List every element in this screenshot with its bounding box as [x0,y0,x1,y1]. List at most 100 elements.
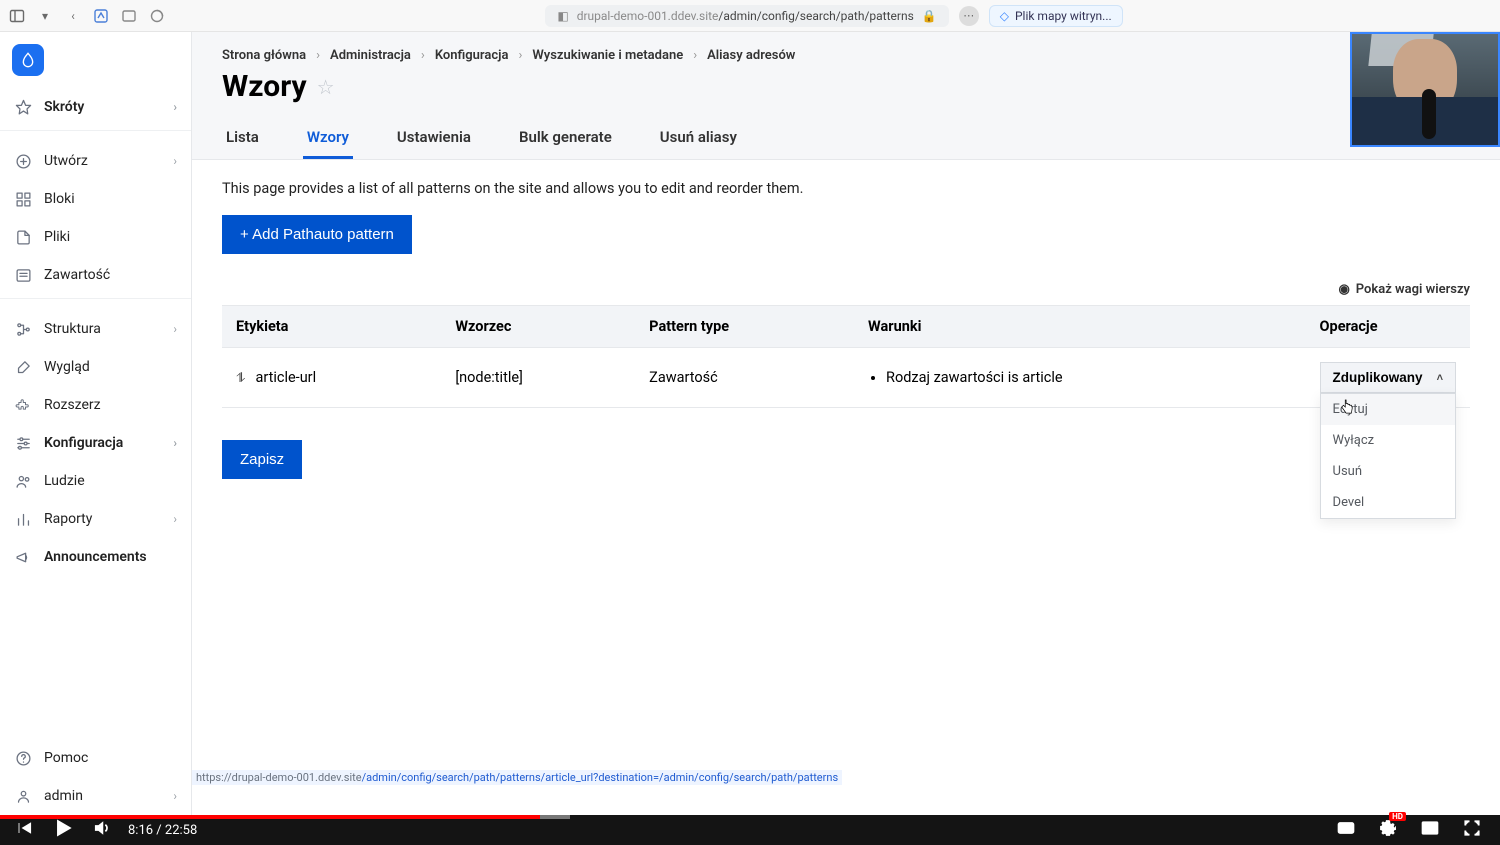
captions-button[interactable] [1336,818,1356,842]
app-icon-3[interactable] [148,7,166,25]
dropdown-icon[interactable]: ▾ [36,7,54,25]
sidebar-item-label: Utwórz [44,153,88,169]
operations-menu-item[interactable]: Devel [1321,487,1455,518]
time-display: 8:16 / 22:58 [128,823,197,838]
tab-lista[interactable]: Lista [222,118,263,159]
drag-handle-icon[interactable]: ⥮ [236,371,245,386]
page-title: Wzory [222,69,307,104]
browser-chrome: ▾ ‹ ◧ drupal-demo-001.ddev.site/admin/co… [0,0,1500,32]
volume-button[interactable] [92,818,112,842]
condition-item: Rodzaj zawartości is article [886,369,1292,386]
content-icon [14,266,32,284]
show-row-weights-link[interactable]: ◉ Pokaż wagi wierszy [222,282,1470,297]
sidebar-item-skr-ty[interactable]: Skróty› [0,88,191,126]
sidebar-item-struktura[interactable]: Struktura › [0,310,191,348]
local-tabs: Lista Wzory Ustawienia Bulk generate Usuń al… [222,118,1470,159]
plus-circle-icon [14,152,32,170]
help-icon [14,749,32,767]
eye-icon: ◉ [1338,282,1349,297]
breadcrumb-item[interactable]: Aliasy adresów [707,48,795,63]
url-bar[interactable]: ◧ drupal-demo-001.ddev.site/admin/config… [545,5,948,27]
drop-icon: ◇ [1000,9,1009,23]
sidebar-item-bloki[interactable]: Bloki [0,180,191,218]
drupal-logo[interactable] [12,44,44,76]
tab-wzory[interactable]: Wzory [303,118,353,159]
video-player-bar: 8:16 / 22:58 HD [0,815,1500,845]
sidebar-item-rozszerz[interactable]: Rozszerz [0,386,191,424]
miniplayer-button[interactable] [1420,818,1440,842]
sidebar-item-admin[interactable]: admin› [0,777,191,815]
prev-button[interactable] [14,818,34,842]
lock-icon: 🔒 [922,9,937,23]
breadcrumb: Strona główna›Administracja›Konfiguracja… [222,48,1470,63]
breadcrumb-item[interactable]: Strona główna [222,48,306,63]
operations-menu-item[interactable]: Wyłącz [1321,425,1455,456]
hd-badge: HD [1389,812,1406,821]
save-button[interactable]: Zapisz [222,440,302,479]
add-pattern-button[interactable]: + Add Pathauto pattern [222,215,412,254]
sidebar-item-label: Struktura [44,321,101,337]
row-pattern: [node:title] [441,348,635,408]
megaphone-icon [14,548,32,566]
sidebar-item-utw-rz[interactable]: Utwórz › [0,142,191,180]
patterns-table: Etykieta Wzorzec Pattern type Warunki Op… [222,305,1470,408]
breadcrumb-item[interactable]: Administracja [330,48,411,63]
sidebar-item-raporty[interactable]: Raporty› [0,500,191,538]
sidebar-item-wygl-d[interactable]: Wygląd [0,348,191,386]
grid-icon [14,190,32,208]
settings-button[interactable]: HD [1378,818,1398,842]
tab-usu-aliasy[interactable]: Usuń aliasy [656,118,741,159]
sidebar-item-ludzie[interactable]: Ludzie [0,462,191,500]
favorite-star-icon[interactable]: ☆ [317,75,335,99]
sidebar-item-label: Konfiguracja [44,435,123,451]
col-label: Etykieta [222,306,441,348]
site-settings-icon: ◧ [557,9,568,23]
row-conditions: Rodzaj zawartości is article [854,348,1306,408]
presenter-webcam [1350,32,1500,147]
table-header-row: Etykieta Wzorzec Pattern type Warunki Op… [222,306,1470,348]
chevron-right-icon: › [173,436,177,450]
table-row: ⥮article-url[node:title]ZawartośćRodzaj … [222,348,1470,408]
back-icon[interactable]: ‹ [64,7,82,25]
chevron-right-icon: › [173,154,177,168]
star-outline-icon [14,98,32,116]
puzzle-icon [14,396,32,414]
sidebar-item-konfiguracja[interactable]: Konfiguracja › [0,424,191,462]
share-icon[interactable]: ⋯ [959,6,979,26]
operations-menu-item[interactable]: Edytuj [1321,394,1455,425]
users-icon [14,472,32,490]
sidebar-item-label: Pliki [44,229,70,245]
status-url: https://drupal-demo-001.ddev.site/admin/… [192,770,842,785]
sidebar-item-label: Zawartość [44,267,110,283]
sidebar-item-label: Skróty [44,99,84,115]
sidebar-item-announcements[interactable]: Announcements [0,538,191,576]
breadcrumb-item[interactable]: Wyszukiwanie i metadane [532,48,683,63]
chevron-right-icon: › [173,789,177,803]
sitemap-pill[interactable]: ◇ Plik mapy witryn... [989,5,1123,27]
tree-icon [14,320,32,338]
col-pattern: Wzorzec [441,306,635,348]
chevron-right-icon: › [173,322,177,336]
user-icon [14,787,32,805]
sidebar-item-label: Rozszerz [44,397,101,413]
sidebar-item-label: Bloki [44,191,75,207]
tab-ustawienia[interactable]: Ustawienia [393,118,475,159]
sidebar-item-label: Wygląd [44,359,90,375]
sidebar-toggle-icon[interactable] [8,7,26,25]
sidebar-item-pomoc[interactable]: Pomoc [0,739,191,777]
operations-menu: EdytujWyłączUsuńDevel [1320,393,1456,519]
operations-menu-item[interactable]: Usuń [1321,456,1455,487]
admin-sidebar: Skróty›Utwórz›BlokiPlikiZawartośćStruktu… [0,32,192,815]
operations-button[interactable]: Zduplikowany˄ [1320,362,1456,393]
tab-bulk-generate[interactable]: Bulk generate [515,118,616,159]
breadcrumb-item[interactable]: Konfiguracja [435,48,509,63]
play-button[interactable] [50,815,76,845]
app-icon-2[interactable] [120,7,138,25]
fullscreen-button[interactable] [1462,818,1482,842]
sliders-icon [14,434,32,452]
app-icon-1[interactable] [92,7,110,25]
chart-icon [14,510,32,528]
sidebar-item-pliki[interactable]: Pliki [0,218,191,256]
brush-icon [14,358,32,376]
sidebar-item-zawarto-[interactable]: Zawartość [0,256,191,294]
